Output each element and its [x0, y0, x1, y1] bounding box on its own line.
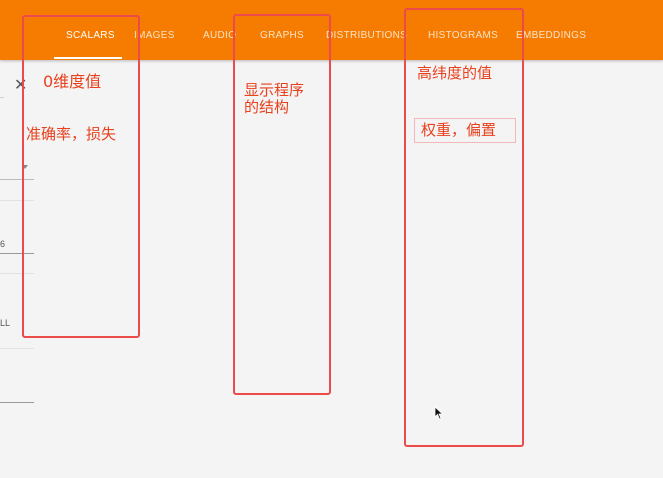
scalars-annotation-desc: 准确率，损失 [26, 125, 117, 143]
tab-distributions[interactable]: DISTRIBUTIONS [326, 0, 407, 60]
tab-embeddings[interactable]: EMBEDDINGS [516, 0, 586, 60]
histograms-annotation-title: 高纬度的值 [417, 64, 493, 82]
scalars-annotation-title: 0维度值 [43, 72, 102, 91]
scalars-annotation-box [22, 15, 140, 338]
toggle-all-label[interactable]: LL [0, 318, 10, 328]
histograms-annotation-desc: 权重，偏置 [421, 121, 497, 139]
tab-images[interactable]: IMAGES [134, 0, 175, 60]
mouse-cursor-icon [434, 406, 444, 425]
tab-audio[interactable]: AUDIO [203, 0, 236, 60]
graphs-annotation-line1: 显示程序 [244, 81, 305, 99]
sidebar-input-underline [0, 97, 4, 98]
smoothing-value[interactable]: 6 [0, 239, 5, 249]
sidebar-input-underline[interactable] [0, 402, 34, 403]
sidebar-divider [0, 348, 34, 349]
graphs-annotation-box [233, 14, 331, 395]
graphs-annotation-line2: 的结构 [244, 98, 290, 116]
